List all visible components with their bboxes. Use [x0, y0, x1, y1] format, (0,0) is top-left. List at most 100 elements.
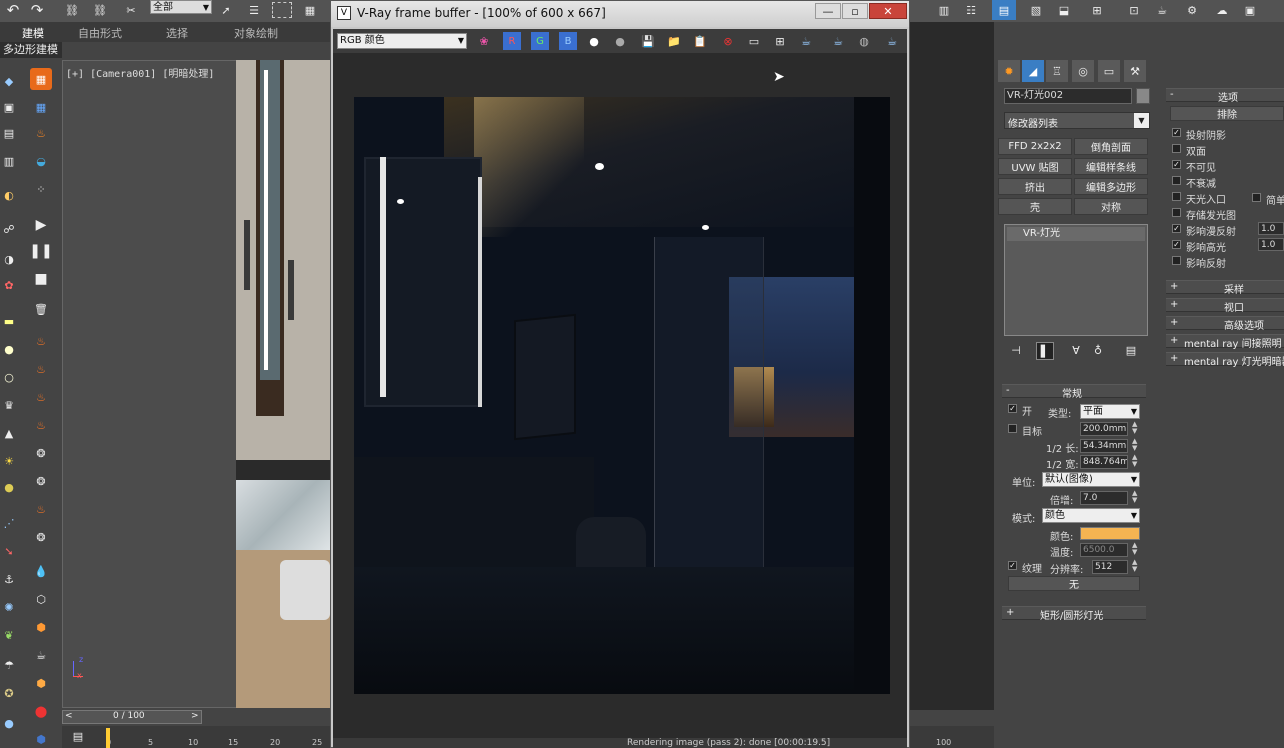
- hierarchy-tab-icon[interactable]: ♖: [1046, 60, 1068, 82]
- swirl-icon-1[interactable]: ❂: [30, 442, 52, 464]
- simple-checkbox[interactable]: [1252, 193, 1261, 202]
- general-rollout-header[interactable]: - 常规: [1002, 384, 1146, 400]
- spinner-icon[interactable]: ▲ ▼: [1132, 542, 1137, 556]
- select-object-icon[interactable]: ➚: [216, 0, 236, 20]
- texture-map-button[interactable]: 无: [1008, 576, 1140, 591]
- green-channel-button[interactable]: G: [531, 32, 549, 50]
- render-icon[interactable]: ☁: [1210, 0, 1234, 20]
- spinner-icon[interactable]: ▲ ▼: [1132, 559, 1137, 573]
- toolbar-icon-g[interactable]: ⊡: [1122, 0, 1146, 20]
- toolbar-icon-b[interactable]: ☷: [960, 0, 982, 20]
- option-checkbox[interactable]: ✓: [1172, 240, 1181, 249]
- texture-checkbox[interactable]: ✓: [1008, 561, 1017, 570]
- undo-icon[interactable]: ↶: [4, 0, 22, 20]
- redo-icon[interactable]: ↷: [28, 0, 46, 20]
- tool-icon-21[interactable]: ✪: [0, 684, 18, 702]
- rect-disc-rollout-header[interactable]: + 矩形/圆形灯光: [1002, 606, 1146, 622]
- modifier-button-extrude[interactable]: 挤出: [998, 178, 1072, 195]
- rollout-header[interactable]: + 视口: [1166, 298, 1284, 314]
- tool-icon-19[interactable]: ❦: [0, 626, 18, 644]
- configure-sets-icon[interactable]: ▤: [1122, 342, 1140, 358]
- mode-dropdown[interactable]: 颜色 ▼: [1042, 508, 1140, 523]
- toolbar-icon-a[interactable]: ▥: [934, 0, 954, 20]
- option-checkbox[interactable]: [1172, 208, 1181, 217]
- viewport-label[interactable]: [+] [Camera001] [明暗处理]: [66, 65, 214, 80]
- tool-icon-20[interactable]: ☂: [0, 656, 18, 674]
- toolbar-icon-c[interactable]: ▤: [992, 0, 1016, 20]
- resolution-field[interactable]: 512: [1092, 560, 1128, 574]
- fire-icon[interactable]: ♨: [30, 122, 52, 144]
- tool-icon-14[interactable]: ●: [0, 478, 18, 496]
- keyframe-icon[interactable]: ▤: [68, 728, 88, 744]
- toolbar-icon-d[interactable]: ▧: [1024, 0, 1048, 20]
- tool-icon-01[interactable]: ◆: [0, 72, 18, 90]
- polygon-modeling-label[interactable]: 多边形建模: [0, 42, 62, 58]
- modifier-stack[interactable]: VR-灯光: [1004, 224, 1148, 336]
- flame-icon-4[interactable]: ♨: [30, 414, 52, 436]
- select-by-name-icon[interactable]: ☰: [244, 0, 264, 20]
- vray-light-icon[interactable]: ▦: [30, 68, 52, 90]
- tab-modeling[interactable]: 建模: [22, 25, 44, 41]
- render-last-icon[interactable]: ☕: [829, 32, 847, 50]
- play-icon[interactable]: ▶: [30, 214, 52, 236]
- render-canvas[interactable]: ➤: [333, 53, 907, 738]
- create-tab-icon[interactable]: ✹: [998, 60, 1020, 82]
- unlink-icon[interactable]: ⛓: [90, 0, 110, 20]
- color-mix-icon[interactable]: ❀: [475, 32, 493, 50]
- tool-icon-17[interactable]: ⚓: [0, 570, 18, 588]
- tool-icon-02[interactable]: ▣: [0, 98, 18, 116]
- white-circle-icon[interactable]: ●: [585, 32, 603, 50]
- tool-icon-04[interactable]: ▥: [0, 152, 18, 170]
- box-icon-1[interactable]: ⬡: [30, 588, 52, 610]
- save-icon[interactable]: 💾: [639, 32, 657, 50]
- toolbar-icon-e[interactable]: ⬓: [1052, 0, 1076, 20]
- rollout-header[interactable]: + mental ray 灯光明暗器: [1166, 352, 1284, 368]
- spinner-icon[interactable]: ▲ ▼: [1132, 490, 1137, 504]
- minimize-icon[interactable]: —: [815, 3, 841, 19]
- tool-icon-06[interactable]: ☍: [0, 220, 18, 238]
- tool-icon-09[interactable]: ▬: [0, 312, 18, 330]
- teapot-render-icon[interactable]: ☕: [797, 32, 815, 50]
- swirl-icon-3[interactable]: ❂: [30, 526, 52, 548]
- flame-icon-2[interactable]: ♨: [30, 358, 52, 380]
- option-checkbox[interactable]: [1172, 176, 1181, 185]
- modifier-stack-item[interactable]: VR-灯光: [1007, 227, 1145, 241]
- render-frame-icon[interactable]: ▣: [1240, 0, 1260, 20]
- tool-icon-08[interactable]: ✿: [0, 276, 18, 294]
- error-icon[interactable]: ⬤: [30, 700, 52, 722]
- lens-icon[interactable]: ◍: [855, 32, 873, 50]
- tool-icon-05[interactable]: ◐: [0, 186, 18, 204]
- window-crossing-icon[interactable]: ▦: [300, 0, 320, 20]
- target-distance-field[interactable]: 200.0mm: [1080, 422, 1128, 436]
- region-render-icon[interactable]: ⊞: [771, 32, 789, 50]
- multiplier-field[interactable]: 7.0: [1080, 491, 1128, 505]
- time-ruler[interactable]: ▤ 0 5 10 15 20 25: [62, 726, 330, 748]
- modifier-button-bevel-profile[interactable]: 倒角剖面: [1074, 138, 1148, 155]
- tool-icon-03[interactable]: ▤: [0, 124, 18, 142]
- tab-freeform[interactable]: 自由形式: [78, 25, 122, 41]
- box-icon-4[interactable]: ⬢: [30, 728, 52, 748]
- tool-icon-16[interactable]: ➘: [0, 542, 18, 560]
- rollout-header[interactable]: + 高级选项: [1166, 316, 1284, 332]
- option-checkbox[interactable]: ✓: [1172, 224, 1181, 233]
- spinner-icon[interactable]: ▲ ▼: [1132, 421, 1137, 435]
- flame-icon-5[interactable]: ♨: [30, 498, 52, 520]
- cup-icon[interactable]: ☕: [30, 644, 52, 666]
- tool-icon-15[interactable]: ⋰: [0, 514, 18, 532]
- drop-icon[interactable]: 💧: [30, 560, 52, 582]
- option-checkbox[interactable]: [1172, 256, 1181, 265]
- timeline-next-icon[interactable]: >: [191, 711, 199, 721]
- toolbar-icon-f[interactable]: ⊞: [1084, 0, 1110, 20]
- box-icon-3[interactable]: ⬢: [30, 672, 52, 694]
- tool-icon-13[interactable]: ▲: [0, 424, 18, 442]
- rollout-header[interactable]: + mental ray 间接照明: [1166, 334, 1284, 350]
- modifier-button-symmetry[interactable]: 对称: [1074, 198, 1148, 215]
- grid-icon[interactable]: ▦: [30, 96, 52, 118]
- channel-dropdown[interactable]: RGB 颜色 ▼: [337, 33, 467, 49]
- flame-icon-1[interactable]: ♨: [30, 330, 52, 352]
- vray-titlebar[interactable]: V V-Ray frame buffer - [100% of 600 x 66…: [331, 1, 909, 27]
- timeline-slider[interactable]: < 0 / 100 >: [62, 710, 202, 724]
- object-color-swatch[interactable]: [1136, 88, 1150, 104]
- modifier-button-ffd[interactable]: FFD 2x2x2: [998, 138, 1072, 155]
- stop-render-icon[interactable]: ⊗: [719, 32, 737, 50]
